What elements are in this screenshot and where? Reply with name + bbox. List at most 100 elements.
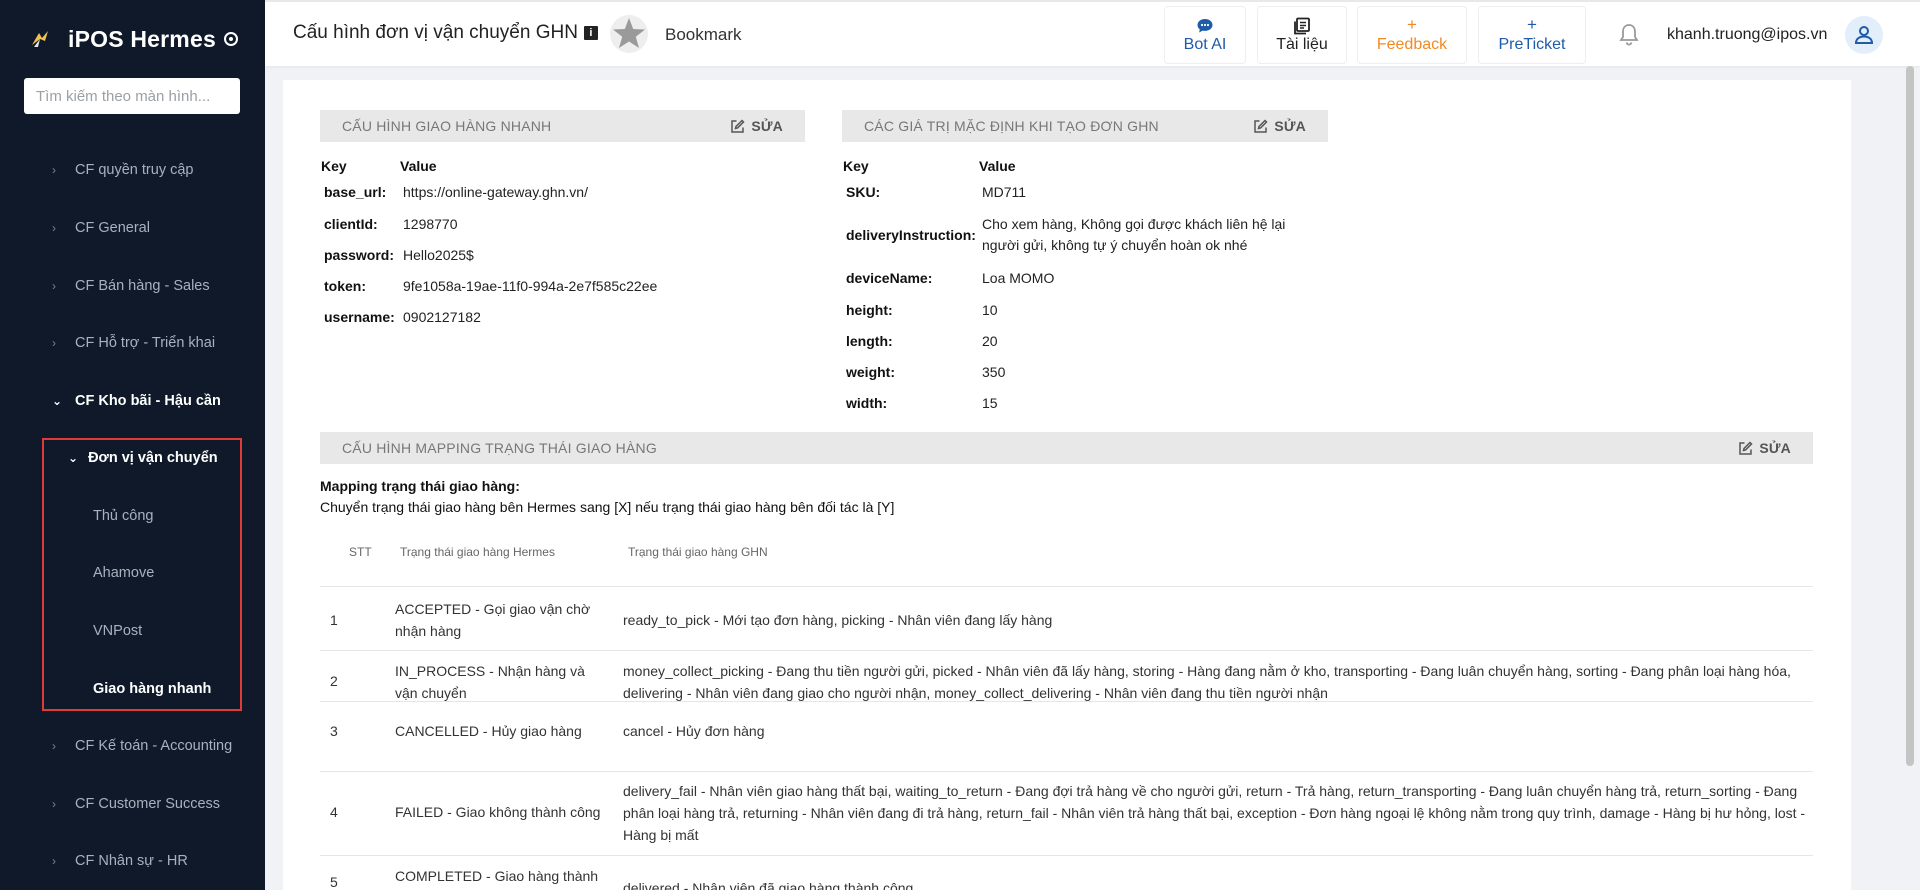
row-divider bbox=[320, 701, 1813, 702]
sidebar-item-label: CF Kho bãi - Hậu cần bbox=[75, 393, 221, 409]
edit-icon bbox=[1739, 440, 1753, 455]
mapping-description: Chuyển trạng thái giao hàng bên Hermes s… bbox=[320, 499, 895, 515]
section-header-mapping: CẤU HÌNH MAPPING TRẠNG THÁI GIAO HÀNG SỬ… bbox=[320, 432, 1813, 464]
default-value: Loa MOMO bbox=[982, 270, 1055, 286]
bot-ai-label: Bot AI bbox=[1183, 36, 1227, 53]
default-key: SKU: bbox=[846, 184, 881, 200]
config-value: 9fe1058a-19ae-11f0-994a-2e7f585c22ee bbox=[403, 278, 658, 294]
submenu-item-vnpost[interactable]: VNPost bbox=[0, 611, 265, 651]
config-value: 0902127182 bbox=[403, 309, 481, 325]
row-hermes-status: IN_PROCESS - Nhận hàng và vận chuyển bbox=[395, 663, 585, 701]
config-key: token: bbox=[324, 278, 366, 294]
column-header-hermes: Trạng thái giao hàng Hermes bbox=[400, 545, 555, 559]
bookmark-label[interactable]: Bookmark bbox=[665, 25, 742, 45]
sidebar: iPOS Hermes › CF quyền truy cập › CF Gen… bbox=[0, 0, 265, 890]
main-content: CẤU HÌNH GIAO HÀNG NHANH SỬA Key Value b… bbox=[283, 80, 1851, 890]
sidebar-item-customer-success[interactable]: › CF Customer Success bbox=[0, 784, 265, 824]
config-key: clientId: bbox=[324, 216, 378, 232]
chevron-right-icon: › bbox=[52, 336, 56, 350]
edit-ghn-config-button[interactable]: SỬA bbox=[730, 118, 783, 134]
document-icon bbox=[1294, 17, 1310, 35]
row-ghn-status: money_collect_picking - Đang thu tiền ng… bbox=[623, 663, 1791, 701]
user-icon bbox=[1854, 26, 1874, 44]
section-header-defaults: CÁC GIÁ TRỊ MẶC ĐỊNH KHI TẠO ĐƠN GHN SỬA bbox=[842, 110, 1328, 142]
sidebar-item-label: CF Kế toán - Accounting bbox=[75, 738, 233, 754]
sidebar-item-general[interactable]: › CF General bbox=[0, 208, 265, 248]
row-ghn-status: cancel - Hủy đơn hàng bbox=[623, 723, 765, 739]
section-title: CẤU HÌNH GIAO HÀNG NHANH bbox=[342, 118, 552, 134]
mapping-subtitle: Mapping trạng thái giao hàng: bbox=[320, 478, 520, 494]
row-divider bbox=[320, 586, 1813, 587]
user-email[interactable]: khanh.truong@ipos.vn bbox=[1667, 26, 1827, 44]
edit-label: SỬA bbox=[1759, 440, 1791, 456]
bot-ai-button[interactable]: Bot AI bbox=[1164, 6, 1246, 64]
preticket-button[interactable]: + PreTicket bbox=[1478, 6, 1586, 64]
edit-label: SỬA bbox=[751, 118, 783, 134]
section-header-ghn-config: CẤU HÌNH GIAO HÀNG NHANH SỬA bbox=[320, 110, 805, 142]
submenu-item-manual[interactable]: Thủ công bbox=[0, 496, 265, 536]
config-key: password: bbox=[324, 247, 395, 263]
submenu-item-label: Thủ công bbox=[93, 508, 154, 524]
info-icon[interactable]: i bbox=[583, 26, 598, 40]
default-key: weight: bbox=[846, 364, 895, 380]
sidebar-item-support[interactable]: › CF Hỗ trợ - Triển khai bbox=[0, 323, 265, 363]
docs-button[interactable]: Tài liệu bbox=[1257, 6, 1347, 64]
sidebar-item-accounting[interactable]: › CF Kế toán - Accounting bbox=[0, 726, 265, 766]
sidebar-item-label: CF Hỗ trợ - Triển khai bbox=[75, 335, 216, 351]
plus-icon: + bbox=[1527, 15, 1537, 34]
section-title: CÁC GIÁ TRỊ MẶC ĐỊNH KHI TẠO ĐƠN GHN bbox=[864, 118, 1159, 134]
row-divider bbox=[320, 771, 1813, 772]
docs-label: Tài liệu bbox=[1276, 36, 1328, 53]
submenu-item-ahamove[interactable]: Ahamove bbox=[0, 553, 265, 593]
default-value: 20 bbox=[982, 333, 998, 349]
sidebar-item-access[interactable]: › CF quyền truy cập bbox=[0, 150, 265, 190]
brand-name: iPOS Hermes bbox=[68, 25, 216, 52]
edit-mapping-button[interactable]: SỬA bbox=[1738, 440, 1791, 456]
default-value: MD711 bbox=[982, 184, 1027, 200]
feedback-label: Feedback bbox=[1376, 36, 1448, 53]
row-hermes-status: COMPLETED - Giao hàng thành công bbox=[395, 868, 599, 884]
page-title-text: Cấu hình đơn vị vận chuyển GHN bbox=[293, 22, 578, 43]
sidebar-item-label: CF Customer Success bbox=[75, 796, 221, 812]
sidebar-item-label: CF Bán hàng - Sales bbox=[75, 278, 210, 294]
submenu-item-label: VNPost bbox=[93, 623, 143, 639]
default-key: deliveryInstruction: bbox=[846, 227, 976, 243]
brand-logo-icon bbox=[32, 31, 48, 47]
default-key: width: bbox=[846, 395, 888, 411]
avatar[interactable] bbox=[1845, 16, 1883, 54]
key-header: Key bbox=[843, 158, 869, 174]
brand[interactable]: iPOS Hermes bbox=[28, 22, 216, 56]
row-ghn-status: ready_to_pick - Mới tạo đơn hàng, pickin… bbox=[623, 612, 1053, 628]
sidebar-item-label: CF quyền truy cập bbox=[75, 162, 194, 178]
chevron-right-icon: › bbox=[52, 739, 56, 753]
submenu-label: Đơn vị vận chuyển bbox=[88, 450, 218, 466]
submenu-shipping-units[interactable]: ⌄ Đơn vị vận chuyển bbox=[0, 438, 265, 478]
bookmark-star-icon[interactable] bbox=[609, 14, 649, 54]
preticket-label: PreTicket bbox=[1498, 36, 1566, 53]
sidebar-item-sales[interactable]: › CF Bán hàng - Sales bbox=[0, 266, 265, 306]
sidebar-search-input[interactable] bbox=[24, 78, 240, 114]
section-title: CẤU HÌNH MAPPING TRẠNG THÁI GIAO HÀNG bbox=[342, 440, 657, 456]
column-header-stt: STT bbox=[349, 545, 372, 559]
bell-icon[interactable] bbox=[1617, 22, 1641, 48]
feedback-button[interactable]: + Feedback bbox=[1357, 6, 1467, 64]
row-ghn-status: delivered - Nhân viên đã giao hàng thành… bbox=[623, 880, 914, 890]
config-value: Hello2025$ bbox=[403, 247, 474, 263]
row-hermes-status: CANCELLED - Hủy giao hàng bbox=[395, 723, 582, 739]
row-hermes-status: ACCEPTED - Gọi giao vận chờ nhận hàng bbox=[395, 601, 591, 639]
chevron-right-icon: › bbox=[52, 279, 56, 293]
chat-icon bbox=[1197, 19, 1213, 33]
value-header: Value bbox=[979, 158, 1016, 174]
sidebar-item-warehouse[interactable]: ⌄ CF Kho bãi - Hậu cần bbox=[0, 381, 265, 421]
edit-icon bbox=[1254, 118, 1268, 133]
config-key: base_url: bbox=[324, 184, 387, 200]
page-scrollbar[interactable] bbox=[1906, 66, 1914, 766]
default-value: 15 bbox=[982, 395, 998, 411]
radio-dot-icon[interactable] bbox=[224, 32, 238, 46]
submenu-item-ghn[interactable]: Giao hàng nhanh bbox=[0, 669, 265, 709]
default-value: 10 bbox=[982, 302, 998, 318]
row-stt: 4 bbox=[330, 804, 338, 820]
sidebar-item-hr[interactable]: › CF Nhân sự - HR bbox=[0, 841, 265, 881]
value-header: Value bbox=[400, 158, 437, 174]
edit-defaults-button[interactable]: SỬA bbox=[1253, 118, 1306, 134]
